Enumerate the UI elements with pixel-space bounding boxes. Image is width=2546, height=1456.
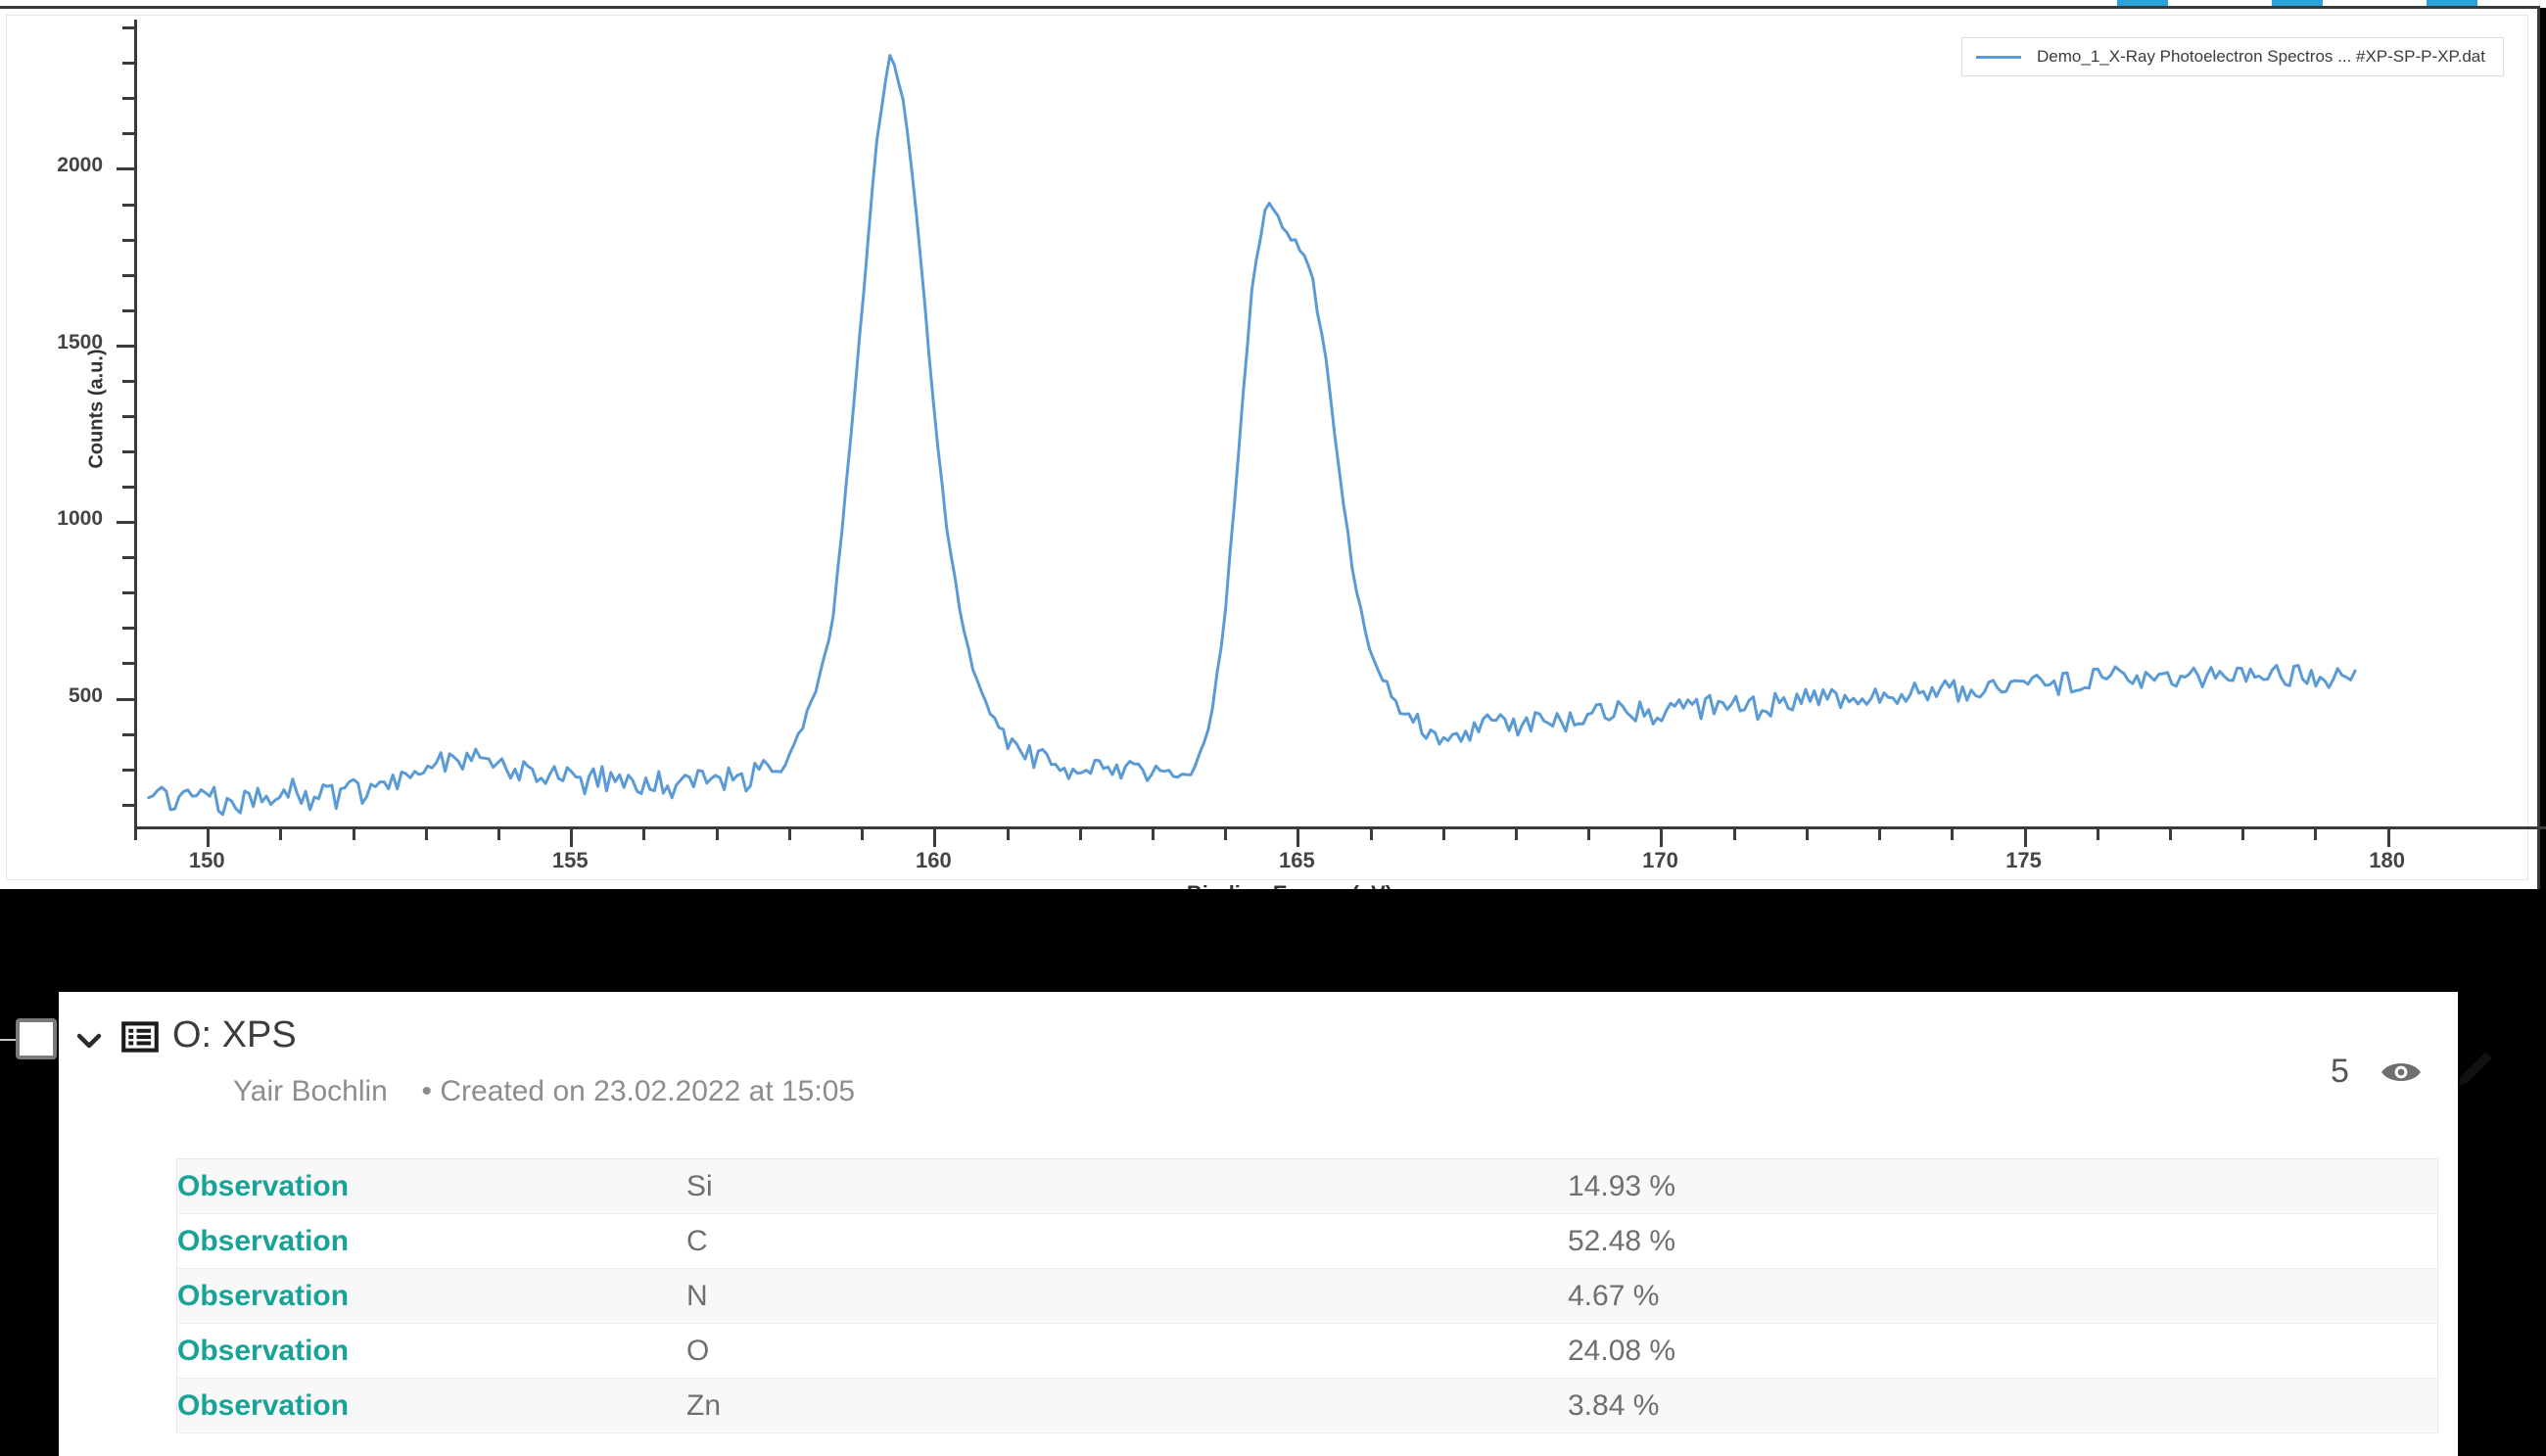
table-row[interactable]: Observation Si 14.93 %	[176, 1158, 2438, 1214]
table-row[interactable]: Observation C 52.48 %	[176, 1213, 2438, 1269]
x-tick-label: 155	[551, 848, 589, 872]
x-tick	[715, 829, 719, 840]
panel-title: O: XPS	[172, 1014, 297, 1056]
row-select-checkbox[interactable]	[16, 1018, 57, 1059]
observation-kind: Observation	[176, 1378, 686, 1433]
observation-kind: Observation	[176, 1158, 686, 1214]
x-tick	[497, 829, 501, 840]
x-tick	[1732, 829, 1736, 840]
legend-color-swatch	[1976, 55, 2022, 59]
x-tick	[2241, 829, 2245, 840]
x-tick	[2314, 829, 2318, 840]
observation-kind: Observation	[176, 1213, 686, 1269]
eye-icon[interactable]	[2380, 1057, 2423, 1087]
x-tick	[1224, 829, 1228, 840]
observation-value: 14.93 %	[1568, 1158, 2438, 1214]
x-tick	[2023, 829, 2027, 847]
x-tick	[2168, 829, 2172, 840]
x-tick-label: 170	[1642, 848, 1678, 872]
observation-value: 3.84 %	[1568, 1378, 2438, 1433]
observation-name: Zn	[686, 1378, 1568, 1433]
x-tick-label: 175	[2005, 848, 2042, 872]
x-tick	[134, 829, 137, 840]
panel-created-meta: • Created on 23.02.2022 at 15:05	[421, 1075, 856, 1107]
x-tick	[1369, 829, 1373, 840]
observation-value: 24.08 %	[1568, 1323, 2438, 1379]
y-tick	[117, 167, 136, 171]
x-tick	[1515, 829, 1519, 840]
observation-value: 4.67 %	[1568, 1268, 2438, 1324]
x-tick	[1006, 829, 1010, 840]
chart-canvas-container[interactable]: 500 1000 1500 2000 150 155 160 165 170 175 180 Co…	[6, 15, 2546, 906]
table-list-icon	[121, 1018, 159, 1056]
x-tick	[1441, 829, 1445, 840]
x-tick	[1805, 829, 1809, 840]
observations-table: Observation Si 14.93 % Observation C 52.48 % O…	[176, 1158, 2438, 1433]
x-tick	[642, 829, 646, 840]
observation-name: Si	[686, 1158, 1568, 1214]
observation-count-badge: 5	[2331, 1053, 2349, 1090]
legend-label: Demo_1_X-Ray Photoelectron Spectros ... …	[2037, 47, 2485, 66]
x-tick	[352, 829, 355, 840]
x-tick	[1078, 829, 1082, 840]
table-row[interactable]: Observation O 24.08 %	[176, 1323, 2438, 1379]
panel-subtitle: Yair Bochlin • Created on 23.02.2022 at …	[233, 1075, 855, 1108]
x-tick	[861, 829, 865, 840]
chevron-down-icon[interactable]	[72, 1024, 106, 1057]
table-row[interactable]: Observation N 4.67 %	[176, 1268, 2438, 1324]
observation-value: 52.48 %	[1568, 1213, 2438, 1269]
x-tick-label: 150	[188, 848, 225, 872]
x-tick	[1297, 829, 1300, 847]
y-tick-label: 2000	[57, 154, 103, 177]
observation-name: O	[686, 1323, 1568, 1379]
x-tick	[933, 829, 937, 847]
panel-separator	[0, 889, 2546, 992]
edit-pencil-icon[interactable]	[2453, 1050, 2494, 1091]
x-tick	[1151, 829, 1155, 840]
x-tick-label: 180	[2369, 848, 2405, 872]
x-tick	[1951, 829, 1955, 840]
observation-kind: Observation	[176, 1268, 686, 1324]
x-tick	[279, 829, 283, 840]
panel-author: Yair Bochlin	[233, 1075, 388, 1107]
y-tick	[117, 344, 136, 348]
x-tick	[1660, 829, 1664, 847]
x-tick	[1587, 829, 1591, 840]
x-tick	[2386, 829, 2390, 847]
observation-name: C	[686, 1213, 1568, 1269]
x-tick	[1878, 829, 1882, 840]
observation-kind: Observation	[176, 1323, 686, 1379]
spectrum-line-series	[147, 54, 2357, 817]
x-tick	[424, 829, 428, 840]
x-tick	[570, 829, 574, 847]
x-tick	[787, 829, 791, 840]
x-tick	[207, 829, 211, 847]
chart-legend[interactable]: Demo_1_X-Ray Photoelectron Spectros ... …	[1961, 37, 2504, 76]
x-tick	[2096, 829, 2099, 840]
y-tick-label: 500	[68, 683, 103, 707]
observation-name: N	[686, 1268, 1568, 1324]
chart-panel: 500 1000 1500 2000 150 155 160 165 170 175 180 Co…	[0, 6, 2546, 906]
y-axis-label: Counts (a.u.)	[85, 349, 108, 469]
table-row[interactable]: Observation Zn 3.84 %	[176, 1378, 2438, 1433]
y-tick	[117, 697, 136, 701]
x-tick-label: 160	[915, 848, 952, 872]
y-tick	[117, 521, 136, 525]
x-tick-label: 165	[1279, 848, 1315, 872]
